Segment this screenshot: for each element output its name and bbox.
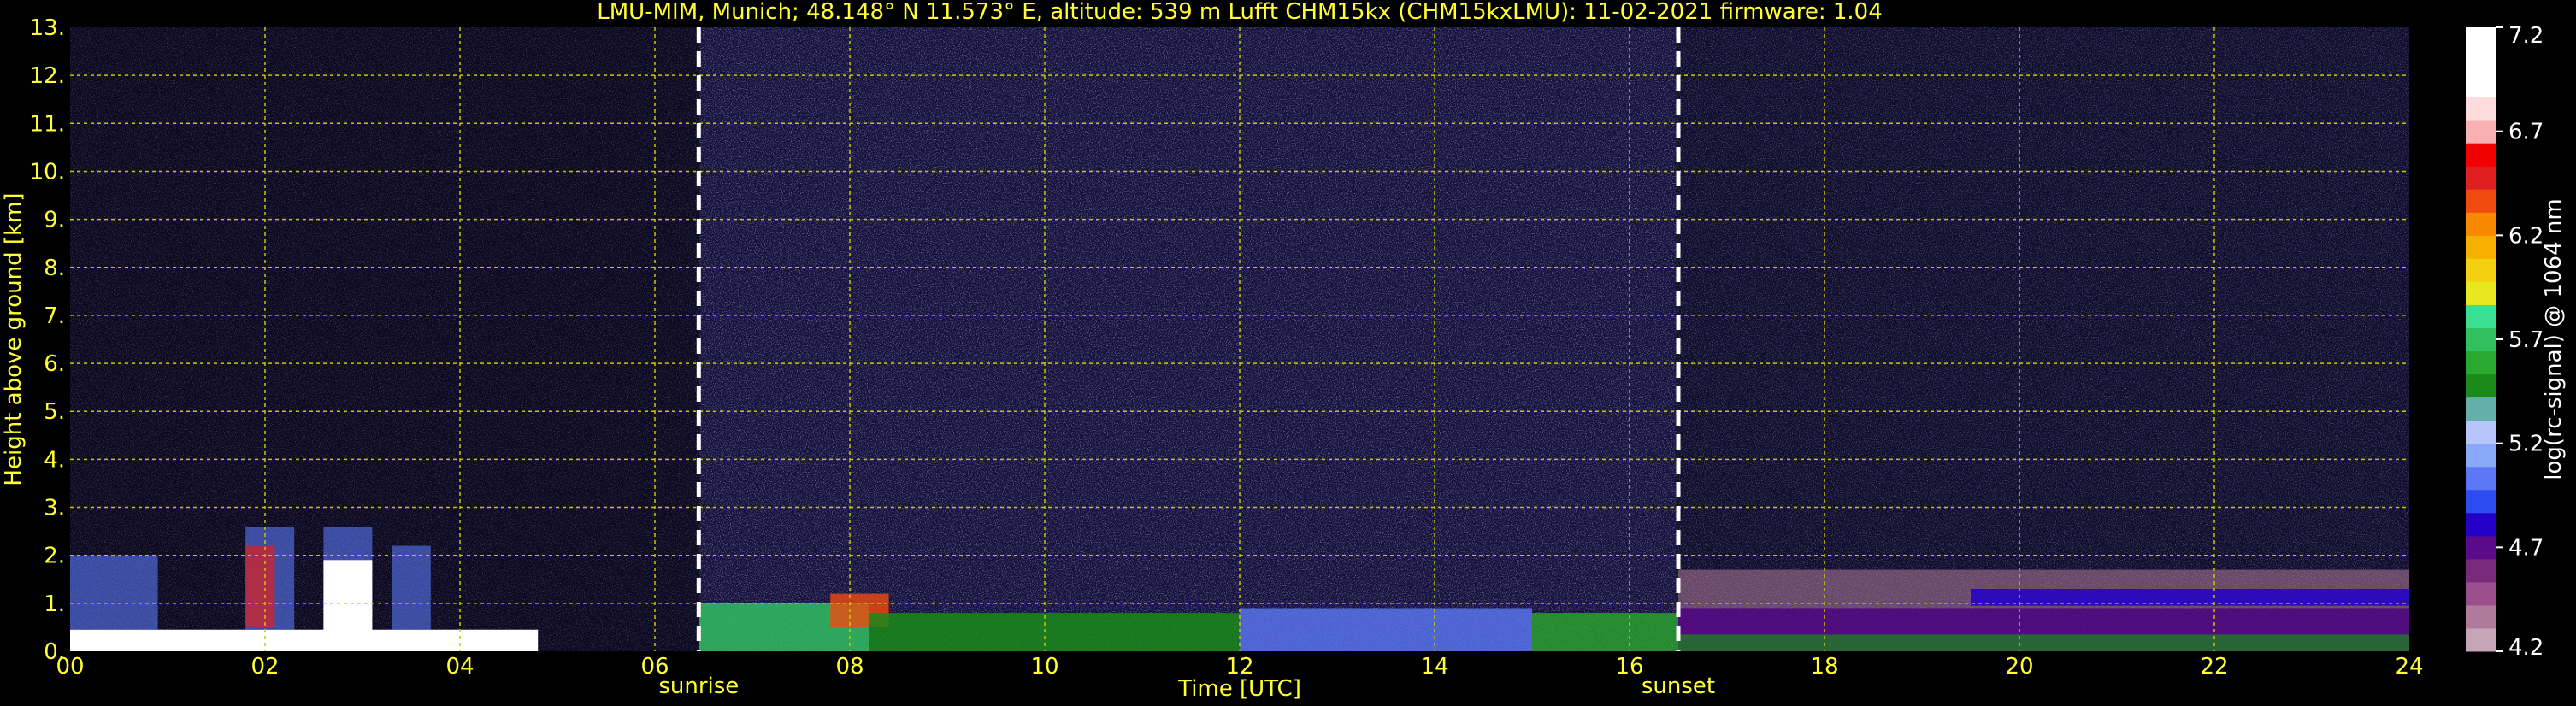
colorbar-swatch (2466, 489, 2496, 514)
colorbar-tick-label: 4.2 (2508, 635, 2544, 661)
daytime-layer (1532, 613, 1678, 651)
x-tick-label: 22 (2200, 654, 2228, 680)
x-axis-label: Time [UTC] (1177, 676, 1301, 702)
x-tick-label: 14 (1420, 654, 1448, 680)
daytime-layer (869, 613, 1240, 651)
y-tick-label: 5. (44, 399, 65, 425)
colorbar-swatch (2466, 212, 2496, 236)
x-tick-label: 08 (835, 654, 864, 680)
x-tick-label: 16 (1615, 654, 1643, 680)
colorbar-swatch (2466, 166, 2496, 190)
night-dark-region (70, 27, 699, 651)
colorbar-swatch (2466, 97, 2496, 121)
sun-marker-label: sunrise (658, 674, 739, 699)
y-tick-label: 10. (30, 159, 65, 185)
x-tick-label: 04 (445, 654, 474, 680)
y-tick-label: 12. (30, 63, 65, 89)
colorbar-swatch (2466, 304, 2496, 328)
colorbar-swatch (2466, 558, 2496, 583)
cloud-patch (70, 555, 158, 630)
colorbar-swatch (2466, 50, 2496, 74)
y-tick-label: 6. (44, 351, 65, 377)
colorbar-swatch (2466, 535, 2496, 560)
y-tick-label: 13. (30, 15, 65, 41)
colorbar-swatch (2466, 350, 2496, 375)
x-tick-label: 24 (2395, 654, 2423, 680)
y-tick-label: 0. (44, 639, 65, 665)
y-tick-label: 3. (44, 496, 65, 521)
surface-layer (1678, 634, 2409, 651)
x-tick-label: 06 (640, 654, 669, 680)
colorbar-tick-label: 6.7 (2508, 120, 2544, 145)
colorbar-swatch (2466, 281, 2496, 305)
y-axis-label: Height above ground [km] (1, 192, 27, 485)
y-tick-label: 11. (30, 111, 65, 137)
y-tick-label: 1. (44, 591, 65, 617)
colorbar-swatch (2466, 512, 2496, 537)
y-tick-label: 9. (44, 208, 65, 233)
colorbar-tick-label: 5.7 (2508, 327, 2544, 353)
colorbar-swatch (2466, 627, 2496, 652)
chart-title: LMU-MIM, Munich; 48.148° N 11.573° E, al… (597, 0, 1882, 25)
colorbar-swatch (2466, 420, 2496, 444)
y-tick-label: 8. (44, 256, 65, 281)
colorbar-tick-label: 7.2 (2508, 23, 2544, 49)
y-tick-label: 2. (44, 544, 65, 569)
colorbar-swatch (2466, 74, 2496, 97)
colorbar-label: log(rc-signal) @ 1064 nm (2541, 198, 2567, 479)
colorbar-swatch (2466, 258, 2496, 282)
colorbar-swatch (2466, 604, 2496, 629)
daytime-layer (1240, 608, 1532, 651)
colorbar-swatch (2466, 397, 2496, 421)
colorbar-swatch (2466, 143, 2496, 167)
cloud-core (245, 545, 275, 627)
cloud-core (323, 560, 373, 632)
x-tick-label: 02 (251, 654, 279, 680)
ceilometer-chart: sunrise sunset 00 02 04 06 08 10 12 14 16 18 20 22 24… (0, 0, 2576, 706)
colorbar-swatch (2466, 443, 2496, 468)
y-tick-label: 7. (44, 303, 65, 329)
colorbar-tick-label: 5.2 (2508, 432, 2544, 457)
x-tick-label: 20 (2005, 654, 2033, 680)
cloud-patch (392, 545, 431, 630)
night-ground-layer (70, 629, 539, 651)
colorbar-swatch (2466, 327, 2496, 352)
colorbar-swatch (2466, 466, 2496, 491)
y-tick-label: 4. (44, 447, 65, 473)
colorbar-swatch (2466, 581, 2496, 606)
colorbar-swatch (2466, 374, 2496, 398)
evening-dark-region (1676, 27, 2409, 651)
x-tick-label: 18 (1810, 654, 1838, 680)
plot-content (70, 27, 2409, 651)
sun-marker-label: sunset (1642, 674, 1715, 699)
colorbar-swatch (2466, 189, 2496, 213)
colorbar-tick-label: 4.7 (2508, 535, 2544, 561)
x-tick-label: 10 (1030, 654, 1058, 680)
colorbar-swatch (2466, 27, 2496, 51)
colorbar-tick-label: 6.2 (2508, 223, 2544, 249)
colorbar-swatch (2466, 120, 2496, 144)
colorbar-swatch (2466, 235, 2496, 259)
